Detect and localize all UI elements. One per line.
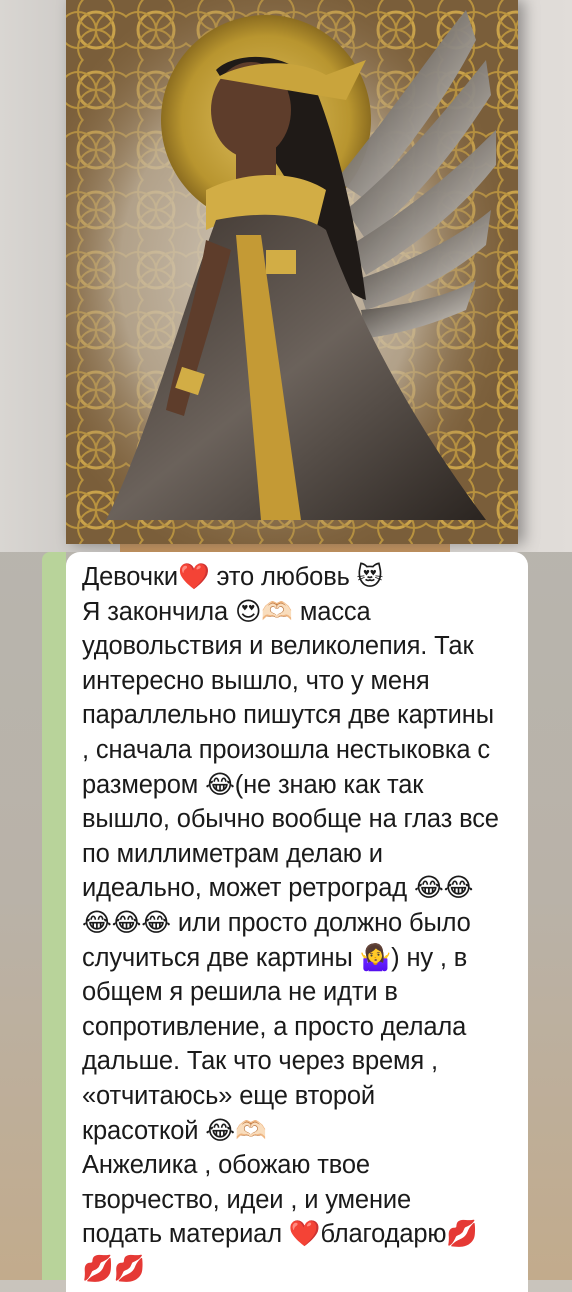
message-text: Девочки❤️ это любовь 😻 Я закончила 😍🫶🏻 м… <box>82 560 518 1286</box>
message-line: идеально, может ретроград 😂😂 <box>82 874 474 903</box>
message-line: сопротивление, а просто делала <box>82 1012 467 1041</box>
message-bubble[interactable]: Девочки❤️ это любовь 😻 Я закончила 😍🫶🏻 м… <box>66 552 528 1292</box>
message-line: красоткой 😂🫶🏻 <box>82 1116 267 1145</box>
message-line: удовольствия и великолепия. Так <box>82 632 474 661</box>
message-line: подать материал ❤️благодарю💋 <box>82 1220 478 1249</box>
attached-photo[interactable] <box>0 0 572 552</box>
message-line: Анжелика , обожаю твое <box>82 1151 370 1180</box>
message-line: «отчитаюсь» еще второй <box>82 1081 376 1110</box>
chat-side-strip <box>42 552 66 1280</box>
message-line: параллельно пишутся две картины <box>82 701 494 730</box>
message-line: размером 😂(не знаю как так <box>82 770 424 799</box>
message-line: Я закончила 😍🫶🏻 масса <box>82 597 371 626</box>
message-line: 😂😂😂 или просто должно было <box>82 908 471 937</box>
message-line: творчество, идеи , и умение <box>82 1185 412 1214</box>
message-line: Девочки❤️ это любовь 😻 <box>82 563 384 591</box>
message-line: 💋💋 <box>82 1254 146 1283</box>
painting <box>66 0 518 544</box>
message-line: , сначала произошла нестыковка с <box>82 735 490 764</box>
message-line: вышло, обычно вообще на глаз все <box>82 805 499 834</box>
message-line: общем я решила не идти в <box>82 978 398 1007</box>
message-line: интересно вышло, что у меня <box>82 666 430 695</box>
message-line: случиться две картины 🤷‍♀️) ну , в <box>82 943 468 972</box>
message-line: дальше. Так что через время , <box>82 1047 438 1076</box>
painting-artwork <box>66 0 518 544</box>
message-line: по миллиметрам делаю и <box>82 839 383 868</box>
